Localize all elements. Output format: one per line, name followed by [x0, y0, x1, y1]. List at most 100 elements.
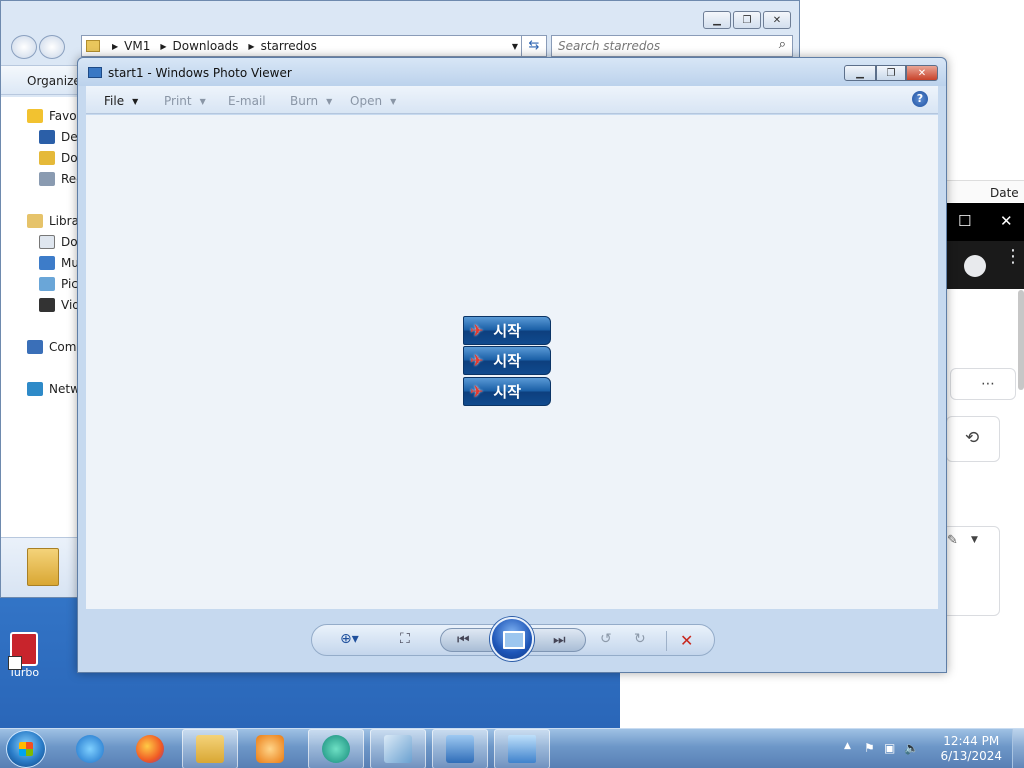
- taskbar-app[interactable]: [308, 729, 364, 768]
- zoom-icon[interactable]: ⊕▾: [340, 631, 359, 647]
- image-canvas: ✈ 시작 ✈ 시작 ✈ 시작: [86, 115, 938, 609]
- taskbar-photo-viewer[interactable]: [494, 729, 550, 768]
- minimize-button[interactable]: ▁: [844, 65, 876, 81]
- network-icon[interactable]: ▣: [884, 741, 895, 755]
- app-shortcut-icon: [8, 632, 38, 670]
- start-button[interactable]: [6, 730, 46, 768]
- burn-menu[interactable]: Burn ▼: [290, 94, 332, 108]
- photo-viewer-icon: [508, 735, 536, 763]
- explorer-window-controls: ▁ ❐ ✕: [703, 11, 791, 29]
- breadcrumb-starredos[interactable]: starredos: [261, 39, 317, 53]
- desktop-shortcut[interactable]: Turbo: [4, 632, 44, 679]
- close-icon[interactable]: ✕: [1000, 212, 1013, 230]
- more-menu-icon[interactable]: ⋮: [1004, 248, 1022, 266]
- help-icon[interactable]: ?: [912, 91, 928, 107]
- back-button[interactable]: [11, 35, 37, 59]
- taskbar-internet-explorer[interactable]: [62, 729, 118, 768]
- taskbar-firefox[interactable]: [122, 729, 178, 768]
- documents-icon: [39, 235, 55, 249]
- airplane-icon: ✈: [470, 351, 484, 370]
- image-start-button: ✈ 시작: [463, 346, 551, 375]
- address-dropdown-icon[interactable]: ▼: [512, 42, 518, 51]
- taskbar-remote-desktop[interactable]: [432, 729, 488, 768]
- music-icon: [39, 256, 55, 270]
- separator: [666, 631, 667, 651]
- minimize-button[interactable]: ▁: [703, 11, 731, 29]
- folder-icon: [86, 40, 100, 52]
- delete-icon[interactable]: ✕: [680, 631, 693, 650]
- clock[interactable]: 12:44 PM 6/13/2024: [940, 734, 1002, 764]
- airplane-icon: ✈: [470, 382, 484, 401]
- search-input[interactable]: Search starredos ⌕: [551, 35, 793, 57]
- libraries-icon: [27, 214, 43, 228]
- pencil-icon[interactable]: ✎: [947, 533, 958, 548]
- image-start-button: ✈ 시작: [463, 377, 551, 406]
- desktop-icon: [39, 130, 55, 144]
- more-options-card: ⋯: [950, 368, 1016, 400]
- refresh-button[interactable]: ⇆: [521, 35, 547, 57]
- taskbar: ▲ ⚑ ▣ 🔈 12:44 PM 6/13/2024: [0, 728, 1024, 768]
- taskbar-app[interactable]: [370, 729, 426, 768]
- maximize-icon[interactable]: ☐: [958, 212, 971, 230]
- breadcrumb-arrow-icon[interactable]: ▶: [160, 42, 166, 51]
- search-placeholder: Search starredos: [558, 39, 661, 53]
- forward-button[interactable]: [39, 35, 65, 59]
- airplane-icon: ✈: [470, 321, 484, 340]
- volume-muted-icon[interactable]: 🔈: [904, 741, 919, 755]
- folder-icon: [196, 735, 224, 763]
- breadcrumb-downloads[interactable]: Downloads: [173, 39, 239, 53]
- maximize-button[interactable]: ❐: [733, 11, 761, 29]
- action-center-flag-icon[interactable]: ⚑: [864, 741, 875, 755]
- history-icon[interactable]: ⟲: [965, 428, 979, 448]
- actual-size-icon[interactable]: ⛶: [400, 631, 410, 647]
- show-hidden-icons-icon[interactable]: ▲: [844, 741, 851, 751]
- star-icon: [27, 109, 43, 123]
- previous-icon[interactable]: ⏮: [457, 632, 470, 648]
- remote-desktop-icon: [446, 735, 474, 763]
- dropdown-icon: ▼: [390, 97, 397, 106]
- network-icon: [27, 382, 43, 396]
- photo-viewer-window-controls: ▁ ❐ ✕: [844, 65, 938, 81]
- slideshow-icon[interactable]: [490, 617, 534, 661]
- playback-controls: ⊕▾ ⛶ ⏮ ⏭ ↺ ↻ ✕: [311, 617, 715, 661]
- profile-avatar-icon[interactable]: [964, 255, 986, 277]
- open-menu[interactable]: Open ▼: [350, 94, 396, 108]
- history-card: ⟲: [946, 416, 1000, 462]
- address-bar[interactable]: ▶ VM1 ▶ Downloads ▶ starredos ▼: [81, 35, 525, 57]
- dropdown-icon[interactable]: ▼: [971, 535, 978, 545]
- image-start-button: ✈ 시작: [463, 316, 551, 345]
- taskbar-media-player[interactable]: [242, 729, 298, 768]
- folder-icon: [27, 548, 59, 586]
- explorer-nav-row: ▶ VM1 ▶ Downloads ▶ starredos ▼ ⇆ Search…: [9, 35, 793, 59]
- breadcrumb-vm1[interactable]: VM1: [124, 39, 150, 53]
- firefox-icon: [136, 735, 164, 763]
- window-title: start1 - Windows Photo Viewer: [108, 66, 292, 80]
- scrollbar[interactable]: [1018, 290, 1024, 390]
- more-horizontal-icon[interactable]: ⋯: [981, 376, 995, 392]
- organize-button[interactable]: Organize: [27, 74, 81, 88]
- restore-button[interactable]: ❐: [876, 65, 906, 81]
- photo-viewer-window: start1 - Windows Photo Viewer ▁ ❐ ✕ File…: [77, 57, 947, 673]
- recent-places-icon: [39, 172, 55, 186]
- rotate-counterclockwise-icon[interactable]: ↺: [600, 631, 612, 647]
- browser-titlebar: ☐ ✕: [946, 203, 1024, 241]
- close-button[interactable]: ✕: [763, 11, 791, 29]
- breadcrumb-arrow-icon[interactable]: ▶: [248, 42, 254, 51]
- videos-icon: [39, 298, 55, 312]
- rotate-clockwise-icon[interactable]: ↻: [634, 631, 646, 647]
- next-icon[interactable]: ⏭: [553, 632, 566, 648]
- search-icon[interactable]: ⌕: [779, 37, 786, 52]
- navigation-pane: Favorites Desktop Downloads Recent Place…: [1, 97, 144, 537]
- close-button[interactable]: ✕: [906, 65, 938, 81]
- breadcrumb-arrow-icon[interactable]: ▶: [112, 42, 118, 51]
- photo-viewer-titlebar: start1 - Windows Photo Viewer ▁ ❐ ✕: [78, 58, 946, 86]
- photo-viewer-app-icon: [88, 67, 102, 78]
- print-menu[interactable]: Print ▼: [164, 94, 206, 108]
- pictures-icon: [39, 277, 55, 291]
- taskbar-windows-explorer[interactable]: [182, 729, 238, 768]
- file-menu[interactable]: File ▼: [104, 94, 138, 108]
- app-icon: [384, 735, 412, 763]
- email-menu[interactable]: E-mail: [228, 94, 266, 108]
- show-desktop-button[interactable]: [1012, 729, 1024, 768]
- browser-toolbar: ⋮: [946, 241, 1024, 289]
